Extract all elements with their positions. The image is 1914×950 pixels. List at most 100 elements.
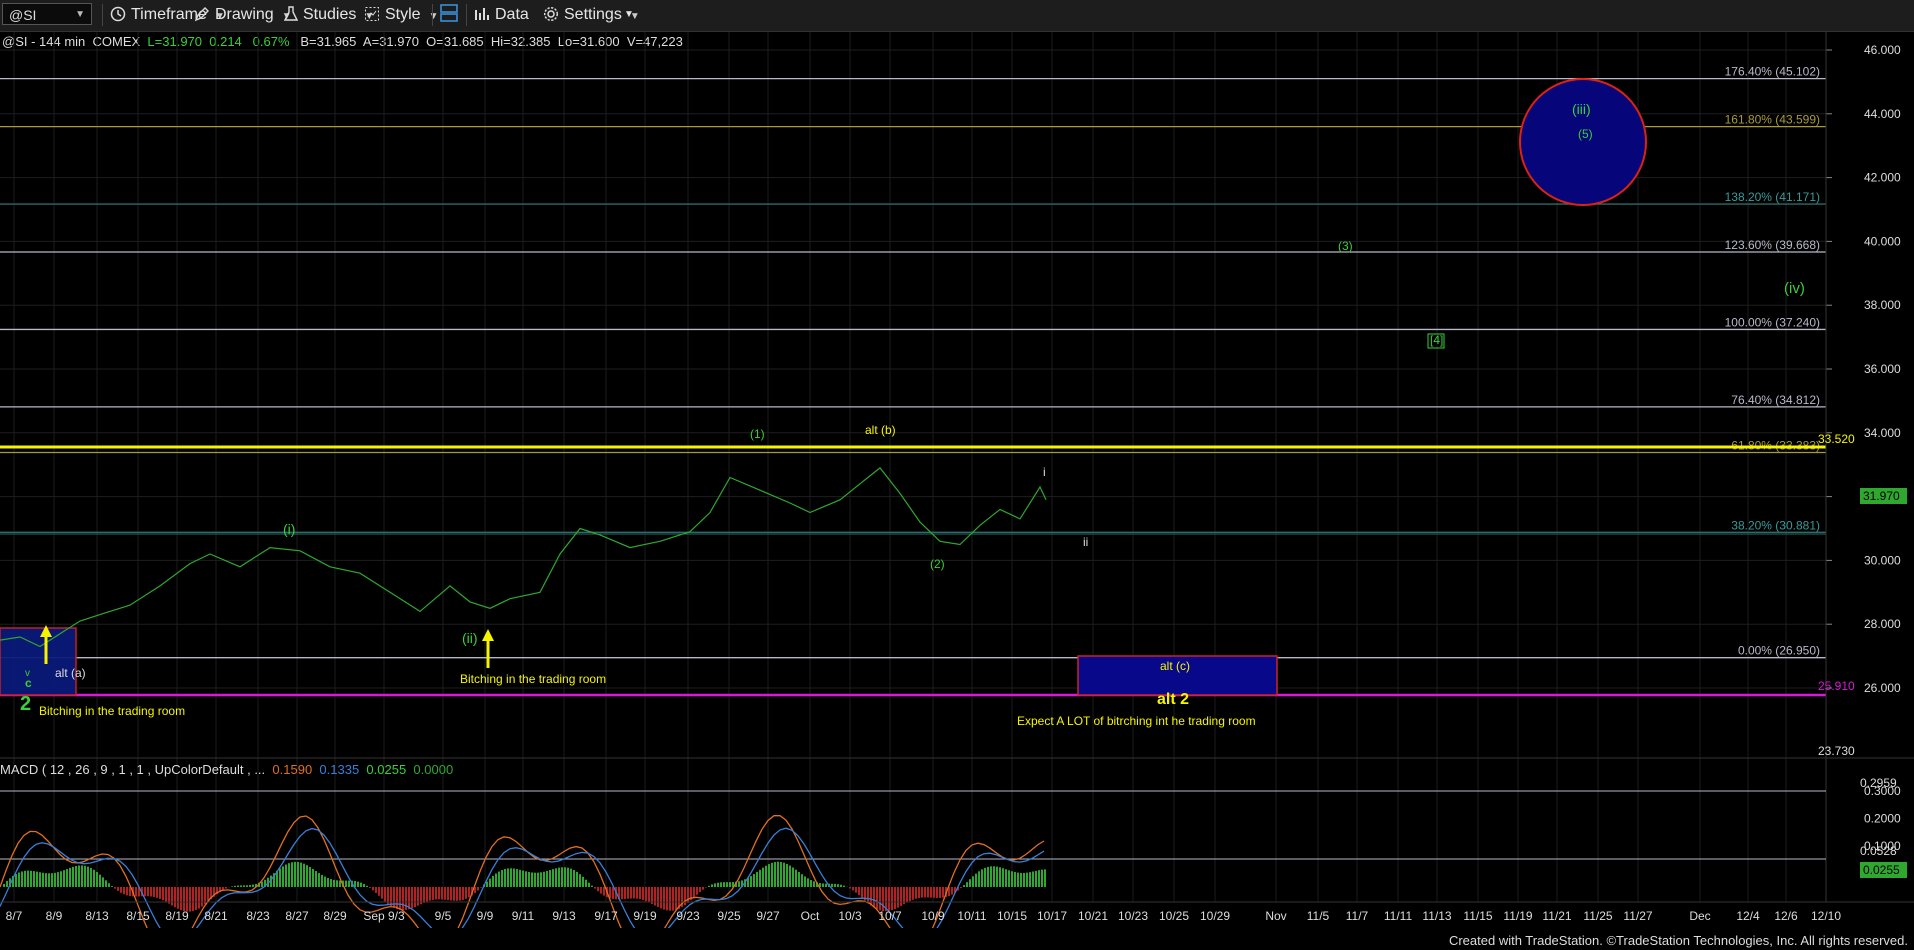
macd-bar — [369, 887, 371, 888]
macd-bar — [981, 869, 983, 887]
macd-bar — [810, 880, 812, 887]
macd-bar — [399, 887, 401, 910]
macd-bar — [33, 871, 35, 887]
macd-bar — [501, 870, 503, 887]
studies-menu[interactable]: Studies ▼ — [283, 4, 374, 26]
price-tick-label: 42.000 — [1864, 171, 1901, 185]
wave-iv-label: (iv) — [1784, 280, 1805, 297]
time-tick-label: 10/11 — [957, 909, 986, 923]
macd-bar — [831, 883, 833, 887]
macd-bar — [492, 875, 494, 887]
macd-bar — [840, 884, 842, 887]
macd-bar — [234, 885, 236, 887]
macd-bar — [51, 873, 53, 887]
price-tick-label: 36.000 — [1864, 362, 1901, 376]
macd-bar — [231, 886, 233, 887]
macd-bar — [996, 866, 998, 887]
drawing-menu[interactable]: Drawing ▼ — [194, 4, 292, 26]
macd-bar — [396, 887, 398, 910]
macd-bar — [1023, 872, 1025, 887]
macd-bar — [99, 874, 101, 887]
time-tick-label: 11/25 — [1583, 909, 1612, 923]
macd-bar — [480, 887, 482, 888]
macd-bar — [315, 870, 317, 887]
macd-bar — [591, 885, 593, 887]
macd-bar — [1041, 869, 1043, 887]
macd-params: MACD ( 12 , 26 , 9 , 1 , 1 , UpColorDefa… — [0, 762, 266, 777]
wave-i-small-label: i — [1043, 465, 1046, 479]
wave-ii-label: (ii) — [462, 630, 478, 646]
time-tick-label: 9/27 — [756, 909, 780, 923]
macd-bar — [939, 887, 941, 898]
macd-bar — [639, 887, 641, 900]
macd-bar — [762, 867, 764, 887]
macd-bar — [801, 874, 803, 887]
macd-bar — [15, 874, 17, 887]
bar-chart-icon — [475, 8, 489, 20]
macd-bar — [930, 887, 932, 898]
symbol-dropdown-icon[interactable]: ▼ — [75, 4, 85, 26]
fib-label: 176.40% (45.102) — [1725, 65, 1820, 79]
macd-bar — [759, 869, 761, 887]
style-menu[interactable]: Style ▼ — [364, 4, 438, 26]
macd-bar — [933, 887, 935, 898]
pencil-icon — [194, 7, 209, 22]
macd-bar — [237, 885, 239, 887]
macd-bar — [135, 887, 137, 897]
macd-bar — [453, 887, 455, 901]
macd-bar — [999, 867, 1001, 887]
macd-bar — [69, 867, 71, 887]
toolbar: @SI ▼ Timeframe ▼ Drawing ▼ Studies ▼ Style… — [0, 0, 1914, 32]
macd-bar — [558, 867, 560, 887]
macd-bar — [600, 887, 602, 894]
time-tick-label: 11/27 — [1623, 909, 1652, 923]
macd-bar — [63, 870, 65, 887]
macd-bar — [603, 887, 605, 896]
macd-bar — [675, 887, 677, 910]
macd-bar — [444, 887, 446, 900]
price-tick-label: 44.000 — [1864, 107, 1901, 121]
macd-bar — [582, 876, 584, 887]
macd-bar — [960, 887, 962, 888]
macd-bar — [261, 881, 263, 887]
macd-bar — [30, 870, 32, 887]
toolbar-overflow-icon[interactable]: ▼ — [624, 4, 634, 26]
time-tick-label: 10/7 — [878, 909, 902, 923]
data-menu[interactable]: Data — [474, 4, 529, 26]
settings-label: Settings — [564, 6, 622, 23]
macd-bar — [813, 881, 815, 887]
fib-label: 61.80% (33.383) — [1731, 438, 1820, 452]
macd-bar — [873, 887, 875, 908]
target-circle[interactable] — [1519, 78, 1647, 206]
macd-bar — [693, 887, 695, 898]
macd-bar — [78, 865, 80, 887]
wave-1-label: (1) — [750, 427, 765, 441]
macd-bar — [429, 887, 431, 901]
macd-bar — [510, 868, 512, 887]
macd-bar — [384, 887, 386, 902]
macd-bar — [984, 867, 986, 887]
symbol-input[interactable]: @SI ▼ — [2, 3, 92, 25]
macd-bar — [663, 887, 665, 910]
macd-diff-value: 0.0255 — [366, 762, 407, 777]
macd-bar — [1005, 869, 1007, 887]
alt-c-label: alt (c) — [1160, 659, 1190, 673]
macd-bar — [54, 872, 56, 887]
macd-bar — [651, 887, 653, 904]
macd-bar — [765, 865, 767, 887]
macd-bar — [189, 887, 191, 912]
fib-label: 38.20% (30.881) — [1731, 518, 1820, 532]
price-chart[interactable]: 176.40% (45.102) 161.80% (43.599) 138.20% … — [0, 32, 1914, 928]
layout-icon — [440, 4, 458, 22]
macd-bar — [597, 887, 599, 892]
macd-bar — [303, 863, 305, 887]
time-tick-label: 10/21 — [1078, 909, 1108, 923]
macd-bar — [423, 887, 425, 903]
macd-bar — [768, 864, 770, 887]
time-axis[interactable]: 8/7 8/9 8/13 8/15 8/19 8/21 8/23 8/27 8/29 Sep 9/… — [6, 909, 1842, 923]
macd-bar — [549, 870, 551, 887]
macd-bar — [720, 882, 722, 887]
layout-button[interactable] — [440, 4, 463, 26]
toolbar-divider — [466, 4, 467, 26]
price-axis[interactable]: 46.000 44.000 42.000 40.000 38.000 36.000 34.0… — [1825, 32, 1901, 902]
